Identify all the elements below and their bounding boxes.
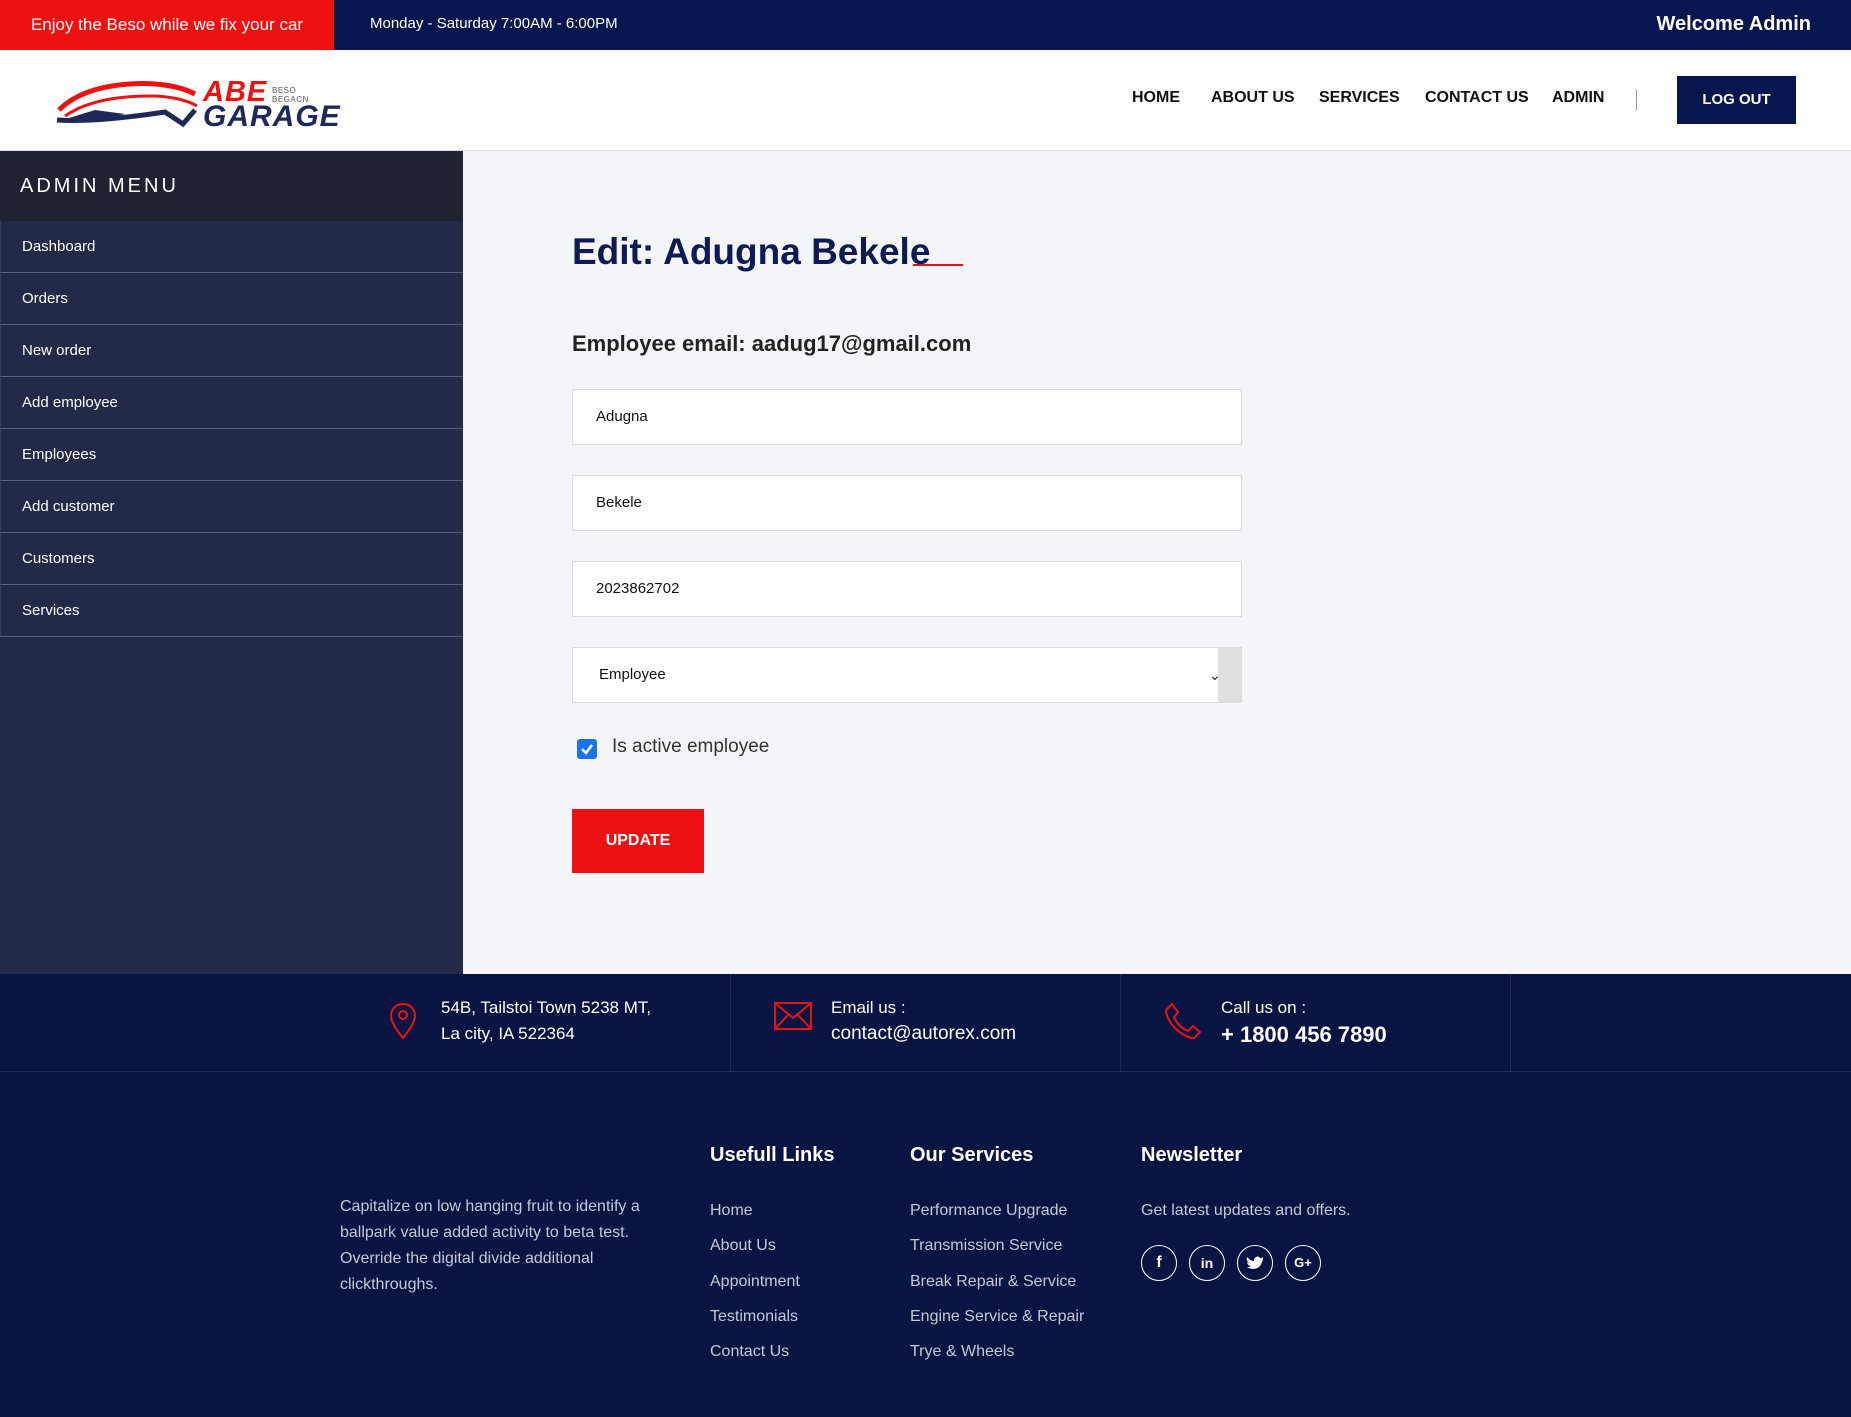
select-scrollbar[interactable] <box>1218 648 1241 702</box>
footer-service-performance-upgrade[interactable]: Performance Upgrade <box>910 1202 1067 1220</box>
active-employee-label[interactable]: Is active employee <box>612 736 769 758</box>
email-value[interactable]: contact@autorex.com <box>831 1023 1016 1045</box>
contact-divider <box>1510 974 1511 1072</box>
nav-services[interactable]: SERVICES <box>1319 89 1400 107</box>
address-line-1: 54B, Tailstoi Town 5238 MT, <box>441 998 652 1017</box>
employee-email: Employee email: aadug17@gmail.com <box>572 331 972 356</box>
sidebar-item-add-customer[interactable]: Add customer <box>0 481 463 533</box>
phone-icon <box>1164 1002 1202 1040</box>
footer-service-transmission[interactable]: Transmission Service <box>910 1237 1062 1255</box>
footer-link-appointment[interactable]: Appointment <box>710 1273 800 1291</box>
update-button[interactable]: UPDATE <box>572 809 704 873</box>
email-label: Email us : <box>831 998 906 1017</box>
twitter-bird-icon <box>1246 1256 1263 1269</box>
useful-links-heading: Usefull Links <box>710 1144 835 1166</box>
active-employee-checkbox[interactable] <box>577 739 597 759</box>
envelope-icon <box>774 1002 812 1030</box>
phone-input[interactable]: 2023862702 <box>572 561 1242 617</box>
footer-link-home[interactable]: Home <box>710 1202 753 1220</box>
business-hours: Monday - Saturday 7:00AM - 6:00PM <box>370 15 618 32</box>
admin-menu-title: ADMIN MENU <box>0 151 463 221</box>
our-services-heading: Our Services <box>910 1144 1034 1166</box>
footer-service-engine-repair[interactable]: Engine Service & Repair <box>910 1308 1084 1326</box>
site-logo[interactable]: ABE BESO BEGACN GARAGE <box>55 72 340 133</box>
first-name-input[interactable]: Adugna <box>572 389 1242 445</box>
footer-service-break-repair[interactable]: Break Repair & Service <box>910 1273 1076 1291</box>
footer-link-testimonials[interactable]: Testimonials <box>710 1308 798 1326</box>
sidebar-item-services[interactable]: Services <box>0 585 463 637</box>
role-select[interactable]: Employee ⌄ <box>572 647 1242 703</box>
address-line-2: La city, IA 522364 <box>441 1024 575 1043</box>
site-footer: Capitalize on low hanging fruit to ident… <box>0 1072 1851 1417</box>
title-underline <box>913 264 963 266</box>
sidebar-item-employees[interactable]: Employees <box>0 429 463 481</box>
phone-label: Call us on : <box>1221 998 1307 1017</box>
main-content: Edit: Adugna Bekele Employee email: aadu… <box>463 151 1851 974</box>
last-name-input[interactable]: Bekele <box>572 475 1242 531</box>
sidebar-item-new-order[interactable]: New order <box>0 325 463 377</box>
sidebar-item-dashboard[interactable]: Dashboard <box>0 221 463 273</box>
footer-link-about-us[interactable]: About Us <box>710 1237 776 1255</box>
sidebar-item-customers[interactable]: Customers <box>0 533 463 585</box>
nav-contact-us[interactable]: CONTACT US <box>1425 89 1529 107</box>
sidebar-item-add-employee[interactable]: Add employee <box>0 377 463 429</box>
linkedin-icon[interactable]: in <box>1189 1245 1225 1281</box>
sidebar-item-orders[interactable]: Orders <box>0 273 463 325</box>
nav-home[interactable]: HOME <box>1132 89 1180 107</box>
car-logo-icon <box>56 81 198 128</box>
checkmark-icon <box>581 744 593 755</box>
contact-divider <box>730 974 731 1072</box>
logout-button[interactable]: LOG OUT <box>1677 76 1796 124</box>
location-pin-icon <box>389 1002 417 1040</box>
newsletter-text: Get latest updates and offers. <box>1141 1202 1351 1219</box>
phone-value[interactable]: + 1800 456 7890 <box>1221 1022 1387 1048</box>
site-header: ABE BESO BEGACN GARAGE HOME ABOUT US SER… <box>0 50 1851 151</box>
facebook-icon[interactable]: f <box>1141 1245 1177 1281</box>
welcome-message: Welcome Admin <box>1656 13 1811 35</box>
contact-divider <box>1120 974 1121 1072</box>
newsletter-heading: Newsletter <box>1141 1144 1243 1166</box>
nav-admin[interactable]: ADMIN <box>1552 89 1604 107</box>
footer-about-text: Capitalize on low hanging fruit to ident… <box>340 1198 640 1293</box>
footer-contact-bar: 54B, Tailstoi Town 5238 MT, La city, IA … <box>0 974 1851 1072</box>
google-plus-icon[interactable]: G+ <box>1285 1245 1321 1281</box>
nav-divider <box>1636 90 1637 110</box>
admin-sidebar: ADMIN MENU Dashboard Orders New order Ad… <box>0 151 463 974</box>
logo-garage-text: GARAGE <box>203 100 341 133</box>
footer-service-trye-wheels[interactable]: Trye & Wheels <box>910 1343 1014 1361</box>
top-bar: Enjoy the Beso while we fix your car Mon… <box>0 0 1851 50</box>
role-select-value: Employee <box>599 666 666 683</box>
footer-link-contact-us[interactable]: Contact Us <box>710 1343 789 1361</box>
page-title: Edit: Adugna Bekele <box>572 231 931 272</box>
nav-about-us[interactable]: ABOUT US <box>1211 89 1295 107</box>
promo-banner: Enjoy the Beso while we fix your car <box>0 0 334 50</box>
twitter-icon[interactable] <box>1237 1245 1273 1281</box>
